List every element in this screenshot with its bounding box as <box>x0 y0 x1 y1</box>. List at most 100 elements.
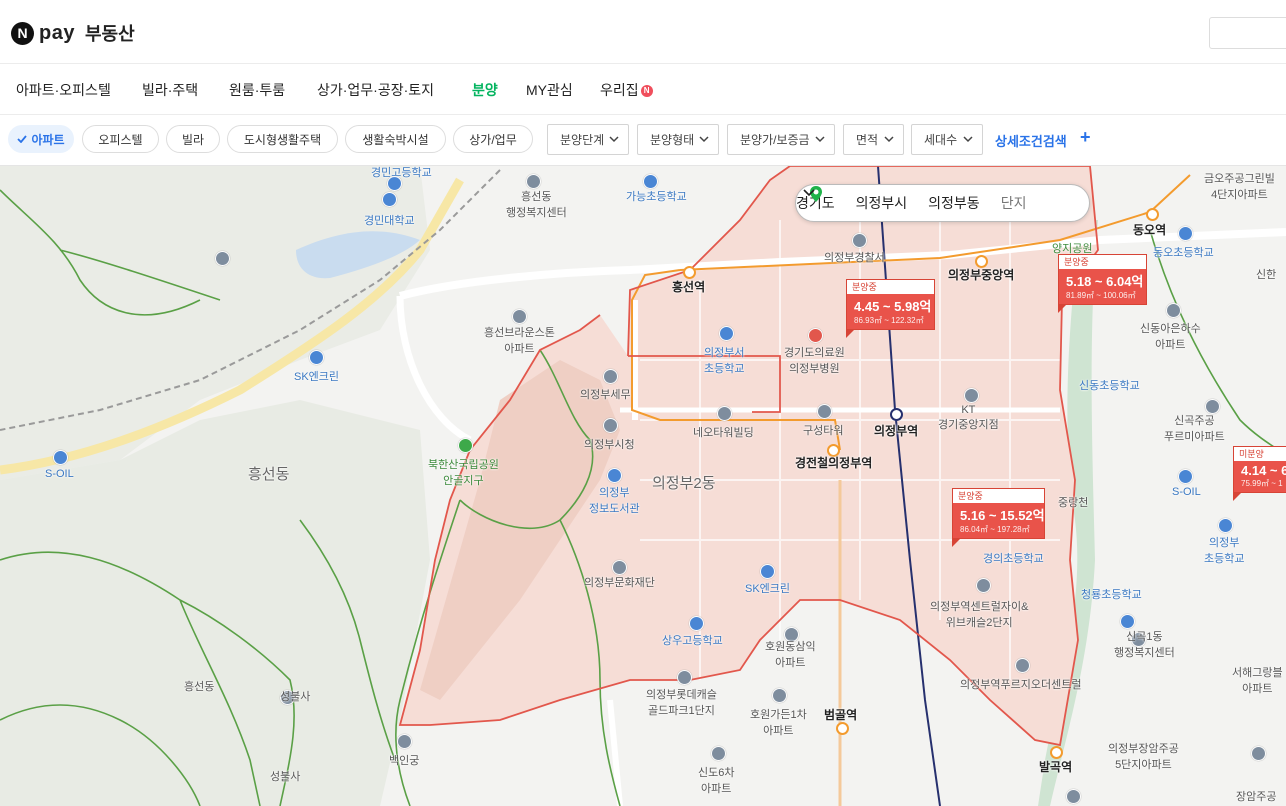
chip-urban-housing[interactable]: 도시형생활주택 <box>227 125 338 153</box>
map-view[interactable]: 경민고등학교 흥선동 행정복지센터 가능초등학교 금오주공그린빌 4단지아파트 동오… <box>0 166 1286 806</box>
chip-residence-hotel[interactable]: 생활숙박시설 <box>345 125 446 153</box>
gas-station-icon[interactable] <box>309 350 324 365</box>
label-seongbulsa2: 성불사 <box>270 771 301 783</box>
police-icon[interactable] <box>852 233 867 248</box>
building-icon[interactable] <box>717 406 732 421</box>
office-icon[interactable] <box>964 388 979 403</box>
apartment-icon[interactable] <box>677 670 692 685</box>
location-complex[interactable]: 단지 <box>1001 193 1027 213</box>
apartment-icon[interactable] <box>1251 746 1266 761</box>
nav-item-commercial[interactable]: 상가·업무·공장·토지 <box>317 80 434 100</box>
label-balgok: 발곡역 <box>1039 760 1073 774</box>
dropdown-sale-stage[interactable]: 분양단계 <box>547 124 629 155</box>
nav-item-oneroom[interactable]: 원룸·투룸 <box>229 80 285 100</box>
location-dong[interactable]: 의정부동 <box>928 193 980 213</box>
label-lotte: 의정부롯데캐슬 골드파크1단지 <box>646 689 717 717</box>
label-dongo-elem: 동오초등학교 <box>1153 247 1214 259</box>
dropdown-sale-type-label: 분양형태 <box>650 133 695 147</box>
apartment-icon[interactable] <box>1166 303 1181 318</box>
label-sindong-apt: 신동아은하수 아파트 <box>1140 323 1201 351</box>
library-icon[interactable] <box>607 468 622 483</box>
label-centreville: 의정부역센트럴자이& 위브캐슬2단지 <box>930 601 1029 629</box>
label-cultural: 의정부문화재단 <box>584 577 655 589</box>
label-sk-enclean2: SK엔크린 <box>745 583 791 595</box>
apartment-icon[interactable] <box>512 309 527 324</box>
label-city-hall: 의정부시청 <box>584 439 635 451</box>
nav-item-presale[interactable]: 분양 <box>472 80 498 100</box>
nav-item-my-home[interactable]: 우리집 N <box>600 80 653 100</box>
shrine-icon[interactable] <box>397 734 412 749</box>
label-police: 의정부경찰서 <box>824 252 885 264</box>
chip-commercial[interactable]: 상가/업무 <box>453 125 533 153</box>
school-icon[interactable] <box>719 326 734 341</box>
school-icon[interactable] <box>382 192 397 207</box>
nav-item-my-interest[interactable]: MY관심 <box>526 80 573 100</box>
label-uijeongbu-elem2: 의정부 초등학교 <box>1204 537 1245 565</box>
chip-officetel[interactable]: 오피스텔 <box>82 125 159 153</box>
label-geumo-green: 금오주공그린빌 4단지아파트 <box>1204 173 1275 201</box>
listing-marker[interactable]: 분양중 4.45 ~ 5.98억 86.93㎡ ~ 122.32㎡ <box>846 279 935 338</box>
dongo-station-marker[interactable] <box>1146 208 1159 221</box>
marker-tail <box>1058 304 1067 313</box>
uijeongbu-station-marker[interactable] <box>890 408 903 421</box>
park-icon[interactable] <box>458 438 473 453</box>
dropdown-area[interactable]: 면적 <box>843 124 904 155</box>
office-icon[interactable] <box>526 174 541 189</box>
chevron-down-icon <box>815 136 825 143</box>
beomgol-station-marker[interactable] <box>836 722 849 735</box>
chip-apartment[interactable]: 아파트 <box>8 125 74 153</box>
label-medical: 경기도의료원 의정부병원 <box>784 347 845 375</box>
school-icon[interactable] <box>689 616 704 631</box>
listing-marker[interactable]: 분양중 5.18 ~ 6.04억 81.89㎡ ~ 100.06㎡ <box>1058 254 1147 313</box>
dropdown-households-label: 세대수 <box>924 133 958 147</box>
apartment-icon[interactable] <box>711 746 726 761</box>
location-selector[interactable]: 경기도 의정부시 의정부동 단지 <box>795 184 1090 222</box>
apartment-icon[interactable] <box>772 688 787 703</box>
label-heungseon-dong2: 흥선동 <box>184 681 215 693</box>
location-city[interactable]: 의정부시 <box>856 193 908 213</box>
dropdown-price[interactable]: 분양가/보증금 <box>727 124 835 155</box>
gas-station-icon[interactable] <box>53 450 68 465</box>
chevron-down-icon <box>803 189 815 197</box>
school-icon[interactable] <box>1218 518 1233 533</box>
label-sindong-elem: 신동초등학교 <box>1079 380 1140 392</box>
school-icon[interactable] <box>1120 614 1135 629</box>
detail-search-link[interactable]: 상세조건검색 <box>995 131 1067 150</box>
search-input[interactable] <box>1209 17 1286 49</box>
label-jungang-station: 의정부중앙역 <box>948 268 1015 282</box>
hospital-icon[interactable] <box>808 328 823 343</box>
office-icon[interactable] <box>603 418 618 433</box>
listing-marker[interactable]: 분양중 5.16 ~ 15.52억 86.04㎡ ~ 197.28㎡ <box>952 488 1045 547</box>
dropdown-households[interactable]: 세대수 <box>911 124 983 155</box>
label-puruji: 의정부역푸르지오더센트럴 <box>960 679 1082 691</box>
trail-marker-icon[interactable] <box>215 251 230 266</box>
building-icon[interactable] <box>817 404 832 419</box>
school-icon[interactable] <box>643 174 658 189</box>
apartment-icon[interactable] <box>1066 789 1081 804</box>
naver-pay-logo[interactable]: N pay 부동산 <box>11 20 135 46</box>
office-icon[interactable] <box>603 369 618 384</box>
dropdown-sale-type[interactable]: 분양형태 <box>637 124 719 155</box>
apartment-icon[interactable] <box>1015 658 1030 673</box>
label-kt: KT 경기중앙지점 <box>938 404 999 431</box>
gas-station-icon[interactable] <box>1178 469 1193 484</box>
label-gyeongmin-univ: 경민대학교 <box>364 215 415 227</box>
plus-icon[interactable]: + <box>1080 127 1091 148</box>
gas-station-icon[interactable] <box>760 564 775 579</box>
label-jungrang: 중랑천 <box>1058 497 1089 509</box>
label-heungseon-station: 흥선역 <box>672 280 706 294</box>
nav-item-apartment[interactable]: 아파트·오피스텔 <box>16 80 111 100</box>
nav-item-villa[interactable]: 빌라·주택 <box>142 80 198 100</box>
marker-tail <box>1233 492 1242 501</box>
listing-price: 5.18 ~ 6.04억 <box>1066 274 1144 289</box>
listing-area: 75.99㎡ ~ 1 <box>1241 479 1283 488</box>
listing-price: 4.14 ~ 6. <box>1241 463 1286 478</box>
office-icon[interactable] <box>612 560 627 575</box>
label-guseong: 구성타워 <box>803 425 844 437</box>
school-icon[interactable] <box>1178 226 1193 241</box>
label-singok1: 신곡1동 행정복지센터 <box>1114 631 1175 659</box>
listing-marker[interactable]: 미분양 4.14 ~ 6. 75.99㎡ ~ 1 <box>1233 446 1286 501</box>
listing-status: 분양중 <box>847 280 934 294</box>
apartment-icon[interactable] <box>976 578 991 593</box>
chip-villa[interactable]: 빌라 <box>166 125 220 153</box>
